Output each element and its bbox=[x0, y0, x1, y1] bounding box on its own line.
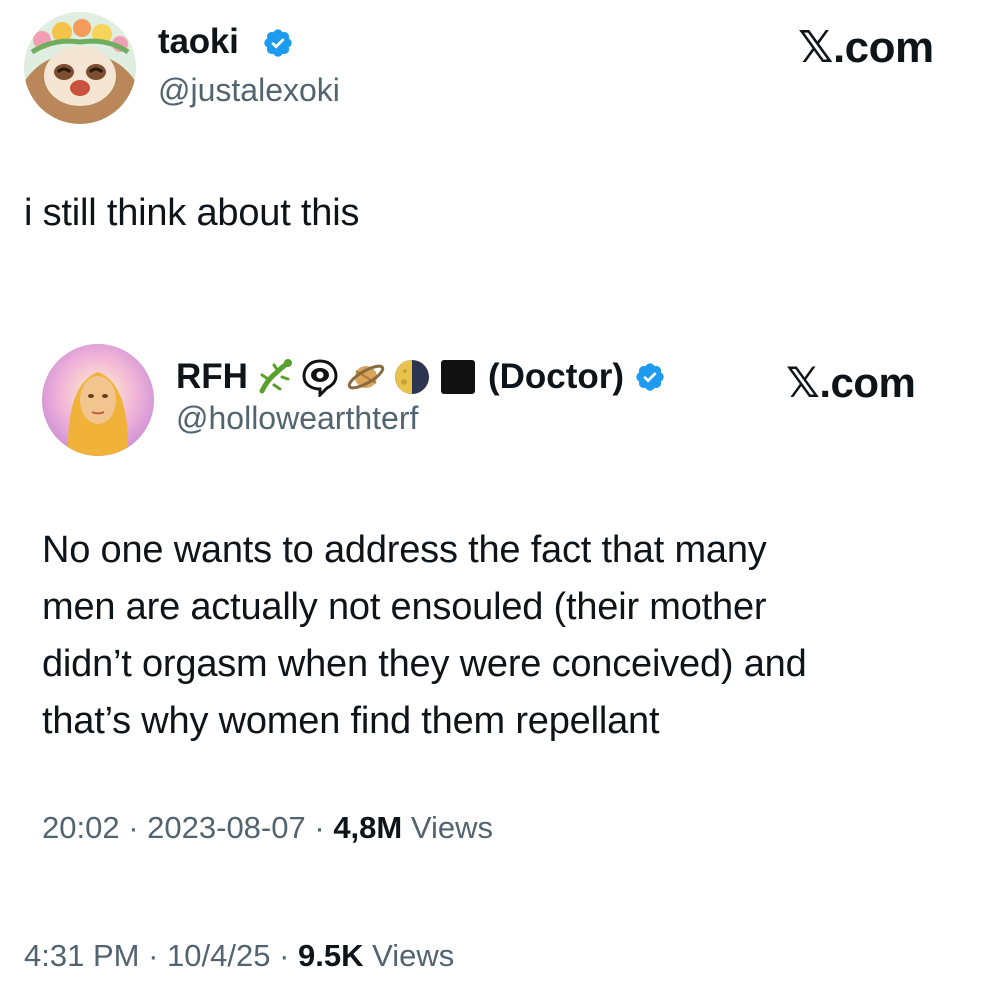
portrait-avatar-icon bbox=[42, 344, 154, 456]
quoted-name-suffix: (Doctor) bbox=[487, 357, 625, 396]
last-quarter-moon-icon bbox=[394, 360, 429, 394]
user-handle[interactable]: @justalexoki bbox=[158, 72, 340, 109]
quoted-timestamp-time[interactable]: 20:02 bbox=[42, 810, 120, 845]
timestamp-date[interactable]: 10/4/25 bbox=[167, 938, 270, 973]
avatar[interactable] bbox=[24, 12, 136, 124]
quoted-user-handle[interactable]: @hollowearthterf bbox=[176, 400, 418, 437]
x-logo-icon: 𝕏.com bbox=[786, 359, 916, 406]
eye-speech-icon bbox=[302, 359, 338, 397]
black-square-icon bbox=[440, 360, 475, 394]
quoted-tweet-line: didn’t orgasm when they were conceived) … bbox=[42, 643, 807, 685]
x-logo-icon: 𝕏.com bbox=[798, 23, 934, 72]
quoted-views-count[interactable]: 4,8M bbox=[333, 810, 402, 845]
quoted-views-label: Views bbox=[410, 810, 493, 845]
quoted-tweet-line: that’s why women find them repellant bbox=[42, 700, 660, 742]
quoted-tweet-line: No one wants to address the fact that ma… bbox=[42, 529, 767, 571]
views-label: Views bbox=[372, 938, 455, 973]
timestamp-time[interactable]: 4:31 PM bbox=[24, 938, 139, 973]
display-name[interactable]: taoki bbox=[158, 22, 239, 62]
quoted-tweet-text: No one wants to address the fact that ma… bbox=[42, 522, 972, 750]
sloth-avatar-icon bbox=[24, 12, 136, 124]
quoted-display-name: RFH bbox=[176, 357, 248, 396]
quoted-avatar[interactable] bbox=[42, 344, 154, 456]
separator: · bbox=[128, 810, 139, 845]
separator: · bbox=[314, 810, 325, 845]
verified-badge-icon bbox=[264, 29, 292, 57]
tweet-text: i still think about this bbox=[24, 192, 360, 234]
tweet-meta: 4:31 PM · 10/4/25 · 9.5K Views bbox=[24, 938, 454, 974]
quoted-timestamp-date[interactable]: 2023-08-07 bbox=[147, 810, 306, 845]
quoted-tweet-meta: 20:02 · 2023-08-07 · 4,8M Views bbox=[42, 810, 493, 846]
separator: · bbox=[148, 938, 159, 973]
quoted-tweet-line: men are actually not ensouled (their mot… bbox=[42, 586, 767, 628]
quoted-name-row[interactable]: RFH (Doctor) bbox=[176, 354, 666, 400]
lizard-icon bbox=[259, 359, 292, 394]
verified-badge-icon bbox=[636, 363, 664, 391]
views-count[interactable]: 9.5K bbox=[298, 938, 363, 973]
ringed-planet-icon bbox=[347, 364, 385, 390]
separator: · bbox=[279, 938, 290, 973]
